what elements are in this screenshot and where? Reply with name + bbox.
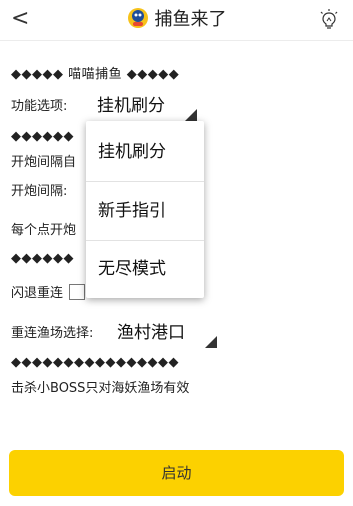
dropdown-triangle-icon — [185, 109, 197, 121]
section-title-fire: ◆◆◆◆◆◆ — [11, 129, 74, 144]
boss-note: 击杀小BOSS只对海妖渔场有效 — [11, 381, 190, 396]
function-option-select[interactable]: 挂机刷分 — [97, 91, 197, 121]
reconnect-row: 闪退重连 — [11, 282, 86, 301]
start-button[interactable]: 启动 — [9, 450, 344, 496]
per-point-fire-label: 每个点开炮 — [11, 223, 77, 238]
function-option-label: 功能选项: — [11, 99, 68, 114]
reconnect-field-label: 重连渔场选择: — [11, 326, 94, 341]
title-text: 捕鱼来了 — [154, 9, 227, 30]
fire-interval-label: 开炮间隔: — [11, 184, 68, 199]
fire-interval-auto-label: 开炮间隔自 — [11, 155, 77, 170]
page-title: 捕鱼来了 — [0, 7, 353, 32]
function-option-value: 挂机刷分 — [97, 96, 165, 116]
dropdown-option-endless[interactable]: 无尽模式 — [86, 240, 204, 298]
reconnect-checkbox[interactable] — [69, 284, 86, 300]
reconnect-field-select[interactable]: 渔村港口 — [117, 318, 217, 348]
dropdown-option-guide[interactable]: 新手指引 — [86, 182, 204, 240]
section-title-reconnect: ◆◆◆◆◆◆ — [11, 251, 74, 266]
top-bar: < 捕鱼来了 — [0, 0, 353, 41]
reconnect-field-value: 渔村港口 — [117, 323, 185, 343]
function-option-dropdown: 挂机刷分 新手指引 无尽模式 — [86, 121, 204, 298]
dropdown-triangle-icon — [205, 336, 217, 348]
fishing-app-icon — [127, 8, 148, 28]
dropdown-option-hang[interactable]: 挂机刷分 — [86, 123, 204, 181]
reconnect-label: 闪退重连 — [11, 286, 64, 301]
section-title-miaomiao: ◆◆◆◆◆ 喵喵捕鱼 ◆◆◆◆◆ — [11, 67, 180, 82]
section-title-notes: ◆◆◆◆◆◆◆◆◆◆◆◆◆◆◆◆ — [11, 355, 179, 370]
lightbulb-icon[interactable] — [319, 9, 339, 31]
